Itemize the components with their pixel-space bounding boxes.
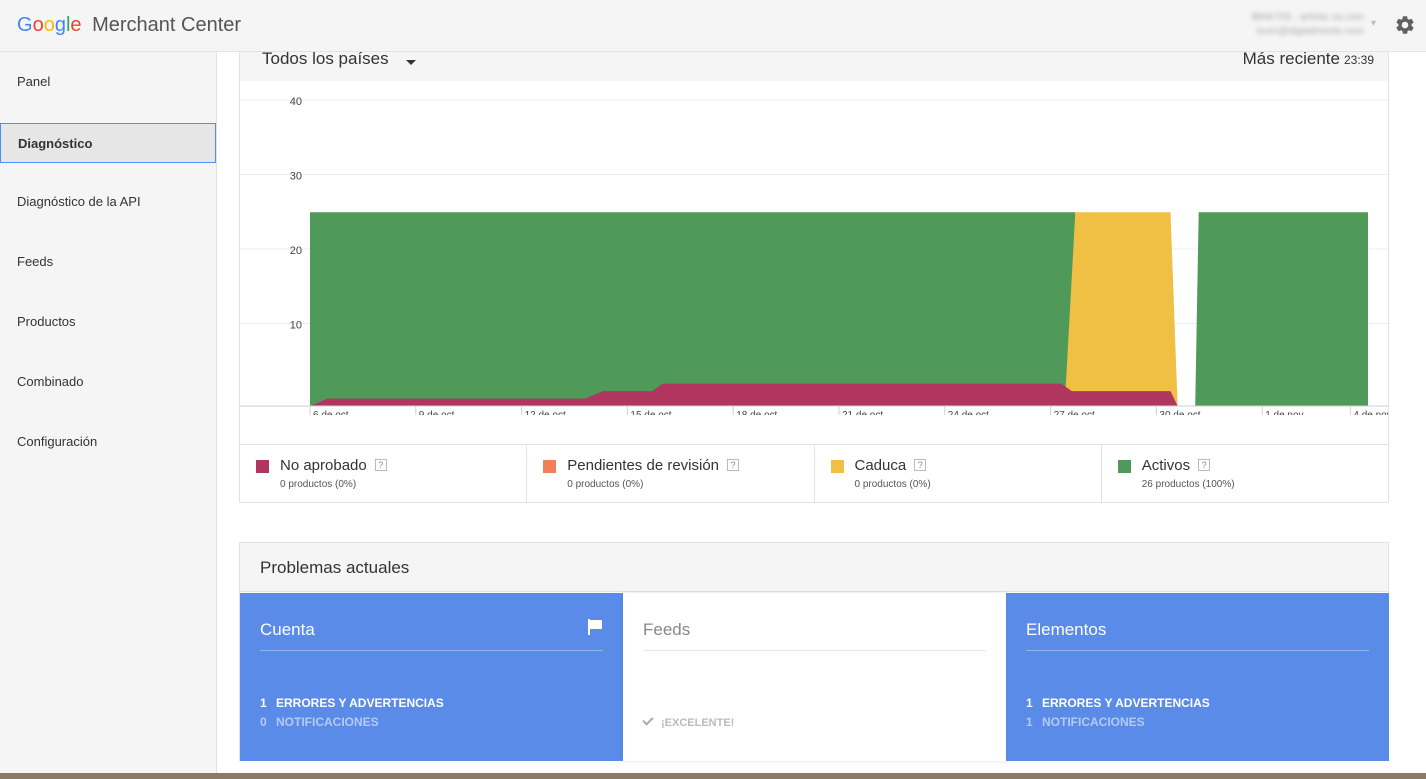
sidebar-item-productos[interactable]: Productos [0, 302, 216, 342]
recent-indicator: Más reciente 23:39 [1243, 49, 1374, 69]
divider [260, 650, 603, 651]
legend-label: Caduca [854, 457, 907, 474]
sidebar-item-diagnostico-api[interactable]: Diagnóstico de la API [0, 182, 216, 222]
flag-icon[interactable] [587, 618, 603, 636]
legend-count: 0 productos (0%) [567, 479, 644, 490]
dropdown-arrow-icon[interactable] [406, 60, 416, 65]
tile-elementos[interactable]: Elementos 1 ERRORES Y ADVERTENCIAS 1 NOTIF… [1006, 593, 1389, 761]
help-icon[interactable]: ? [914, 459, 927, 471]
series-area [310, 212, 1368, 406]
sidebar-item-panel[interactable]: Panel [0, 62, 216, 102]
errors-label: ERRORES Y ADVERTENCIAS [276, 696, 444, 710]
legend-item-pendientes[interactable]: Pendientes de revisión? 0 productos (0%) [527, 445, 815, 502]
legend-label: No aprobado [280, 457, 367, 474]
legend-label: Pendientes de revisión [567, 457, 720, 474]
legend-count: 26 productos (100%) [1141, 479, 1235, 490]
logo-letter: o [43, 14, 55, 36]
problems-title: Problemas actuales [240, 543, 1388, 592]
account-email: tzum@digitalmente.com [1256, 26, 1364, 37]
notifications-label: NOTIFICACIONES [1042, 715, 1145, 729]
tile-feeds[interactable]: Feeds ¡EXCELENTE! [623, 593, 1006, 761]
tile-title: Elementos [1026, 620, 1107, 639]
ok-status: ¡EXCELENTE! [642, 714, 735, 729]
errors-label: ERRORES Y ADVERTENCIAS [1042, 696, 1210, 710]
sidebar-item-combinado[interactable]: Combinado [0, 362, 216, 402]
y-tick-label: 30 [290, 171, 302, 183]
recent-time: 23:39 [1343, 53, 1374, 67]
y-tick-label: 40 [290, 96, 302, 108]
notifications-row[interactable]: 0 NOTIFICACIONES [260, 715, 379, 729]
errors-count: 1 [1026, 696, 1033, 710]
account-name: IBNK705 - artistic ca.com [1251, 12, 1364, 23]
diagnostics-chart-card: Todos los países Más reciente 23:39 40 30 2… [239, 44, 1389, 482]
google-wordmark: Google [17, 14, 87, 36]
x-tick-label: 15 de oct. [630, 410, 674, 415]
help-icon[interactable]: ? [1198, 459, 1211, 471]
x-tick-label: 4 de nov. [1353, 410, 1388, 415]
tile-title: Feeds [643, 620, 691, 639]
legend-swatch [1117, 460, 1131, 473]
status-area-chart: 40 30 20 10 6 de oct. 9 de oct. 12 de oct. 15 d… [240, 96, 1388, 415]
x-tick-label: 18 de oct. [736, 410, 780, 415]
ok-label: ¡EXCELENTE! [661, 717, 735, 729]
legend-swatch [830, 460, 844, 473]
logo-letter: g [54, 14, 66, 36]
errors-row[interactable]: 1 ERRORES Y ADVERTENCIAS [1026, 696, 1210, 710]
sidebar-item-feeds[interactable]: Feeds [0, 242, 216, 282]
x-tick-label: 24 de oct. [948, 410, 992, 415]
errors-row[interactable]: 1 ERRORES Y ADVERTENCIAS [260, 696, 444, 710]
y-tick-label: 10 [290, 320, 302, 332]
legend-count: 0 productos (0%) [280, 479, 357, 490]
divider [643, 650, 986, 651]
product-name: Merchant Center [92, 14, 242, 36]
x-tick-label: 21 de oct. [842, 410, 886, 415]
x-tick-label: 27 de oct. [1054, 410, 1098, 415]
tile-title: Cuenta [260, 620, 315, 639]
x-tick-label: 1 de nov. [1265, 410, 1305, 415]
tile-cuenta[interactable]: Cuenta 1 ERRORES Y ADVERTENCIAS 0 NOTIFICA… [240, 593, 623, 761]
country-selector[interactable]: Todos los países [262, 49, 389, 69]
y-tick-label: 20 [290, 245, 302, 257]
help-icon[interactable]: ? [374, 459, 387, 471]
x-tick-label: 12 de oct. [525, 410, 569, 415]
legend-item-caduca[interactable]: Caduca? 0 productos (0%) [815, 445, 1102, 502]
logo-letter: o [32, 14, 44, 36]
problem-tiles: Cuenta 1 ERRORES Y ADVERTENCIAS 0 NOTIFICA… [240, 593, 1389, 761]
current-problems-panel: Problemas actuales Cuenta 1 ERRORES Y ADV… [239, 542, 1389, 761]
checkmark-icon [642, 714, 654, 726]
legend-count: 0 productos (0%) [854, 479, 931, 490]
legend-label: Activos [1141, 457, 1191, 474]
help-icon[interactable]: ? [727, 459, 740, 471]
notifications-count: 0 [260, 715, 267, 729]
chevron-down-icon[interactable]: ▾ [1371, 18, 1376, 29]
notifications-row[interactable]: 1 NOTIFICACIONES [1026, 715, 1145, 729]
legend-swatch [256, 460, 269, 473]
x-tick-label: 30 de oct. [1159, 410, 1203, 415]
logo-letter: G [17, 14, 33, 36]
legend-item-activos[interactable]: Activos? 26 productos (100%) [1102, 445, 1388, 502]
account-switcher[interactable]: IBNK705 - artistic ca.com tzum@digitalme… [1251, 11, 1364, 39]
merchant-center-logo[interactable]: Google Merchant Center [17, 13, 241, 37]
logo-letter: e [70, 14, 82, 36]
x-tick-label: 9 de oct. [419, 410, 457, 415]
notifications-count: 1 [1026, 715, 1033, 729]
window-bottom-edge [0, 773, 1426, 779]
sidebar-item-configuracion[interactable]: Configuración [0, 422, 216, 462]
legend-item-no-aprobado[interactable]: No aprobado? 0 productos (0%) [240, 445, 528, 502]
divider [1026, 650, 1369, 651]
main-content: Todos los países Más reciente 23:39 40 30 2… [217, 44, 1426, 779]
legend-swatch [543, 460, 557, 473]
errors-count: 1 [260, 696, 267, 710]
chart-legend: No aprobado? 0 productos (0%) Pendientes… [239, 444, 1389, 503]
sidebar-item-diagnostico[interactable]: Diagnóstico [0, 123, 216, 163]
top-bar: Google Merchant Center IBNK705 - artisti… [0, 0, 1426, 52]
notifications-label: NOTIFICACIONES [276, 715, 379, 729]
gear-icon[interactable] [1394, 14, 1416, 36]
x-tick-label: 6 de oct. [313, 410, 351, 415]
sidebar: Panel Diagnóstico Diagnóstico de la API … [0, 52, 217, 779]
